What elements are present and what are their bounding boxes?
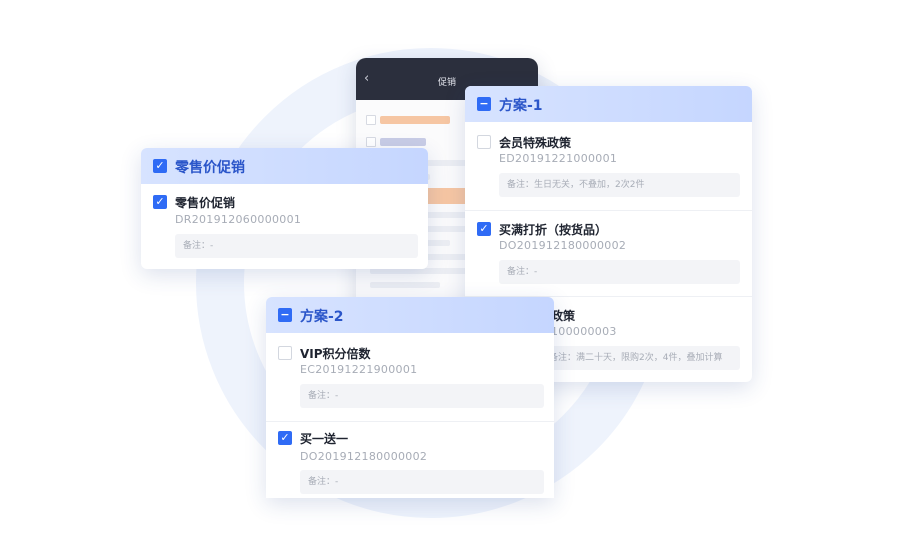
item-checkbox[interactable] <box>477 135 491 149</box>
phone-checkbox <box>366 115 376 125</box>
retail-title: 零售价促销 <box>175 160 245 176</box>
minus-checkbox-icon[interactable]: − <box>477 97 491 111</box>
item-code: DO201912180000002 <box>499 239 627 252</box>
phone-checkbox <box>366 137 376 147</box>
item-checkbox[interactable] <box>278 346 292 360</box>
minus-checkbox-icon[interactable]: − <box>278 308 292 322</box>
item-code: 100000003 <box>551 325 617 338</box>
phone-placeholder-line <box>370 282 440 288</box>
retail-header: ✓ 零售价促销 <box>141 148 428 184</box>
divider <box>465 210 752 211</box>
item-name: 零售价促销 <box>175 196 236 210</box>
item-code: DO201912180000002 <box>300 450 428 463</box>
item-name: VIP积分倍数 <box>300 347 371 361</box>
item-code: DR201912060000001 <box>175 213 302 226</box>
plan-2-header: − 方案-2 <box>266 297 554 333</box>
item-note: 备注：- <box>300 384 544 408</box>
plan-1-title: 方案-1 <box>499 98 543 114</box>
item-name: 买一送一 <box>300 432 349 446</box>
check-icon[interactable]: ✓ <box>153 159 167 173</box>
item-checkbox-checked[interactable]: ✓ <box>477 222 491 236</box>
item-name: 会员特殊政策 <box>499 136 572 150</box>
item-note: 备注：- <box>175 234 418 258</box>
plan-2-title: 方案-2 <box>300 309 344 325</box>
plan-2-card: − 方案-2 VIP积分倍数 EC20191221900001 备注：- ✓ 买… <box>266 297 554 498</box>
item-name: 政策 <box>551 309 576 323</box>
item-note: 备注：- <box>499 260 740 284</box>
plan-1-header: − 方案-1 <box>465 86 752 122</box>
divider <box>266 421 554 422</box>
item-code: EC20191221900001 <box>300 363 418 376</box>
item-checkbox-checked[interactable]: ✓ <box>278 431 292 445</box>
item-name: 买满打折（按货品） <box>499 223 608 237</box>
item-note: 备注：生日无关，不叠加，2次2件 <box>499 173 740 197</box>
phone-placeholder-bar <box>380 116 450 124</box>
retail-promotion-card: ✓ 零售价促销 ✓ 零售价促销 DR201912060000001 备注：- <box>141 148 428 269</box>
item-note: 备注：- <box>300 470 544 494</box>
item-checkbox-checked[interactable]: ✓ <box>153 195 167 209</box>
item-code: ED20191221000001 <box>499 152 618 165</box>
phone-placeholder-bar <box>380 138 426 146</box>
